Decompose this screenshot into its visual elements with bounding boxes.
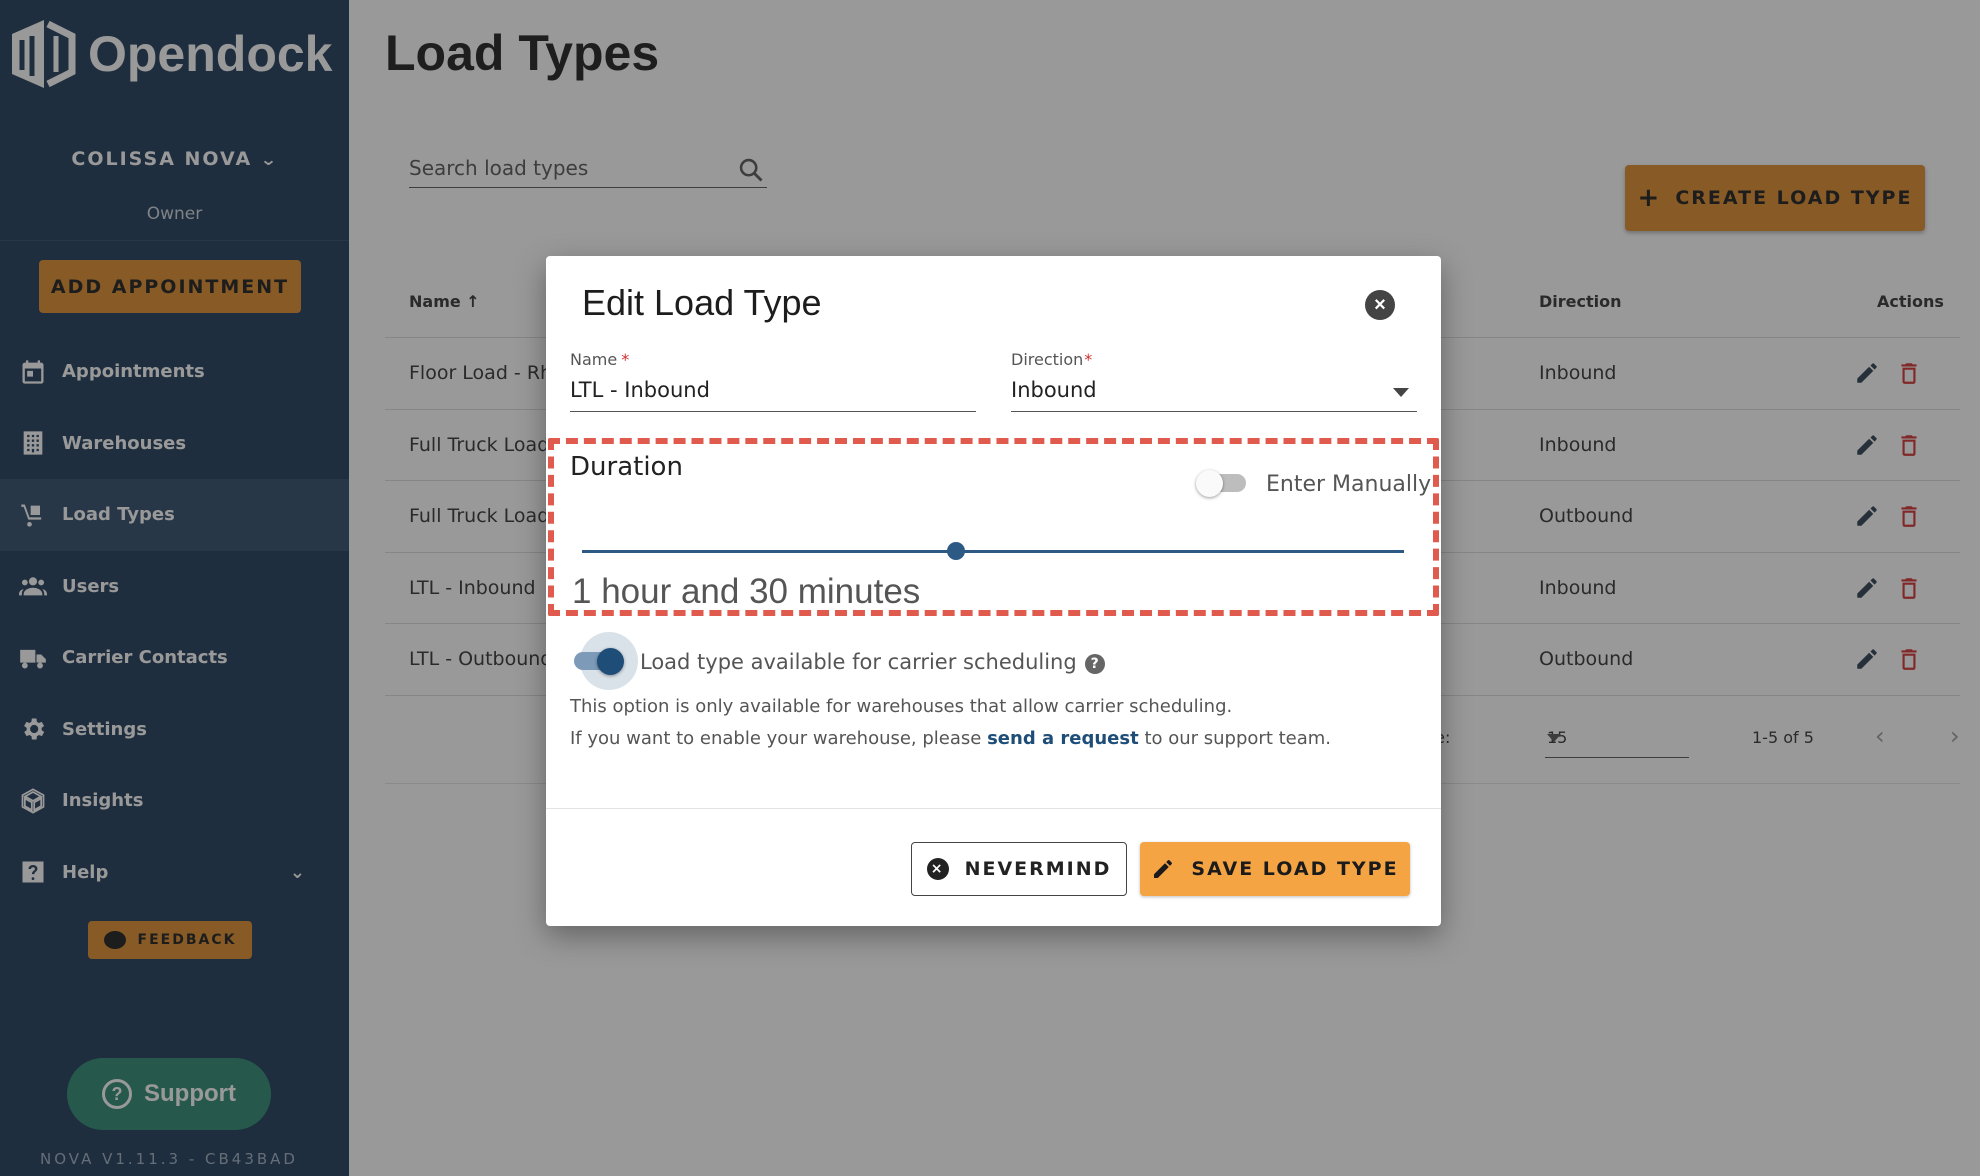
- send-request-link[interactable]: send a request: [987, 728, 1139, 749]
- carrier-scheduling-label: Load type available for carrier scheduli…: [640, 650, 1105, 674]
- toggle-thumb: [597, 648, 624, 675]
- duration-label: Duration: [570, 452, 683, 482]
- slider-thumb[interactable]: [947, 542, 965, 560]
- save-load-type-label: SAVE LOAD TYPE: [1191, 858, 1399, 880]
- nevermind-label: NEVERMIND: [964, 858, 1112, 880]
- name-field: Name *: [570, 350, 976, 414]
- close-circle-icon: ×: [926, 858, 949, 880]
- carrier-note-line2: If you want to enable your warehouse, pl…: [570, 728, 1331, 749]
- name-label: Name: [570, 350, 618, 369]
- direction-label: Direction: [1011, 350, 1084, 369]
- help-circle-icon[interactable]: ?: [1084, 654, 1105, 674]
- required-marker: *: [621, 350, 630, 369]
- carrier-scheduling-text: Load type available for carrier scheduli…: [640, 650, 1077, 674]
- required-marker: *: [1084, 350, 1093, 369]
- duration-slider[interactable]: [582, 542, 1404, 560]
- duration-value: 1 hour and 30 minutes: [572, 572, 921, 611]
- save-load-type-button[interactable]: SAVE LOAD TYPE: [1140, 842, 1410, 896]
- close-icon[interactable]: ×: [1365, 290, 1395, 320]
- toggle-thumb: [1196, 470, 1223, 497]
- nevermind-button[interactable]: × NEVERMIND: [911, 842, 1127, 896]
- enter-manually-label: Enter Manually: [1266, 472, 1432, 497]
- dialog-title: Edit Load Type: [582, 282, 822, 323]
- direction-field: Direction* Inbound: [1011, 350, 1417, 414]
- carrier-scheduling-toggle[interactable]: [570, 632, 638, 690]
- dropdown-arrow-icon: [1393, 388, 1409, 397]
- dialog-divider: [546, 808, 1441, 809]
- carrier-note-line1: This option is only available for wareho…: [570, 696, 1233, 717]
- note-text-post: to our support team.: [1138, 728, 1332, 749]
- name-input[interactable]: [570, 372, 976, 408]
- note-text-pre: If you want to enable your warehouse, pl…: [570, 728, 988, 749]
- pencil-icon: [1154, 860, 1173, 878]
- edit-load-type-dialog: Edit Load Type × Name* Direction* Inboun…: [546, 256, 1441, 926]
- direction-value: Inbound: [1011, 378, 1097, 402]
- direction-select[interactable]: Inbound: [1011, 372, 1417, 412]
- enter-manually-toggle[interactable]: [1196, 470, 1250, 497]
